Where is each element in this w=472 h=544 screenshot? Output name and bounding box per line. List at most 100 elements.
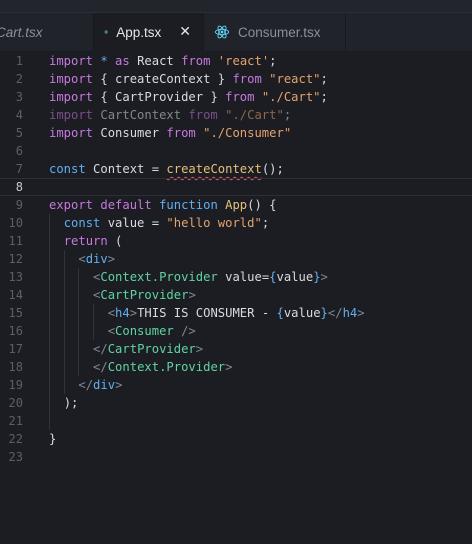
line-number: 17 bbox=[8, 342, 23, 356]
code-token: div bbox=[93, 378, 116, 392]
code-line[interactable]: 22} bbox=[0, 430, 472, 448]
code-line[interactable]: 17 </CartProvider> bbox=[0, 340, 472, 358]
code-token: > bbox=[107, 252, 116, 266]
code-line[interactable]: 8 bbox=[0, 178, 472, 196]
code-token: import bbox=[49, 126, 94, 140]
code-token: </ bbox=[93, 342, 108, 356]
line-number: 3 bbox=[15, 90, 23, 104]
code-token: import bbox=[49, 90, 94, 104]
code-line[interactable]: 18 </Context.Provider> bbox=[0, 358, 472, 376]
tab-cart-tsx[interactable]: Cart.tsx bbox=[0, 13, 94, 51]
code-line[interactable]: 6 bbox=[0, 142, 472, 160]
code-line[interactable]: 11 return ( bbox=[0, 232, 472, 250]
code-line[interactable]: 14 <CartProvider> bbox=[0, 286, 472, 304]
code-text: import { createContext } from "react"; bbox=[49, 70, 328, 88]
code-text: </CartProvider> bbox=[49, 340, 203, 358]
code-token: </ bbox=[327, 306, 343, 320]
code-token: "react" bbox=[261, 72, 321, 86]
code-line[interactable]: 16 <Consumer /> bbox=[0, 322, 472, 340]
code-token: > bbox=[195, 342, 204, 356]
code-token: const bbox=[63, 216, 101, 230]
code-line[interactable]: 5 import Consumer from "./Consumer" bbox=[0, 124, 472, 142]
code-token: const bbox=[49, 162, 86, 176]
code-token: from bbox=[232, 72, 262, 86]
code-token: ; bbox=[269, 54, 277, 68]
code-line[interactable]: 3 import { CartProvider } from "./Cart"; bbox=[0, 88, 472, 106]
tab-consumer-tsx[interactable]: Consumer.tsx bbox=[204, 13, 346, 51]
code-text: const value = "hello world"; bbox=[49, 214, 269, 232]
code-token: ; bbox=[320, 90, 328, 104]
code-token: CartContext bbox=[93, 108, 189, 122]
code-text: return ( bbox=[49, 232, 123, 250]
code-line[interactable]: 7 const Context = createContext(); bbox=[0, 160, 472, 178]
code-text: <div> bbox=[49, 250, 115, 268]
code-token: > bbox=[188, 288, 196, 302]
code-text: </div> bbox=[49, 376, 122, 394]
line-number: 8 bbox=[15, 180, 23, 194]
code-token: Context.Provider bbox=[107, 360, 226, 374]
code-text: </Context.Provider> bbox=[49, 358, 232, 376]
code-line[interactable]: 10 const value = "hello world"; bbox=[0, 214, 472, 232]
code-token: Context.Provider bbox=[100, 270, 218, 284]
code-token: function bbox=[159, 198, 218, 212]
code-token: CartProvider bbox=[107, 342, 196, 356]
code-token: </ bbox=[78, 378, 94, 392]
line-number: 4 bbox=[15, 108, 23, 122]
code-line[interactable]: 23 bbox=[0, 448, 472, 466]
code-token: > bbox=[357, 306, 365, 320]
line-number: 20 bbox=[8, 396, 23, 410]
code-text: <Consumer /> bbox=[49, 322, 196, 340]
code-token: export bbox=[49, 198, 94, 212]
tab-label: Consumer.tsx bbox=[238, 24, 321, 40]
code-token: /> bbox=[173, 324, 196, 338]
code-token: from bbox=[181, 54, 211, 68]
code-token: < bbox=[107, 306, 116, 320]
code-token: 'react' bbox=[210, 54, 270, 68]
code-line[interactable]: 12 <div> bbox=[0, 250, 472, 268]
line-number: 6 bbox=[15, 144, 23, 158]
code-line[interactable]: 15 <h4>THIS IS CONSUMER - {value}</h4> bbox=[0, 304, 472, 322]
code-token: } bbox=[313, 270, 321, 284]
code-line[interactable]: 19 </div> bbox=[0, 376, 472, 394]
code-token: < bbox=[107, 324, 116, 338]
code-token: "./Cart" bbox=[254, 90, 321, 104]
code-token: } bbox=[203, 90, 226, 104]
code-token: Consumer bbox=[93, 126, 167, 140]
code-token: "./Consumer" bbox=[195, 126, 292, 140]
code-line[interactable]: 13 <Context.Provider value={value}> bbox=[0, 268, 472, 286]
code-token: ; bbox=[283, 108, 292, 122]
code-token: < bbox=[78, 252, 86, 266]
code-token: from bbox=[188, 108, 218, 122]
close-icon[interactable]: ✕ bbox=[179, 24, 191, 40]
code-token: import bbox=[49, 108, 94, 122]
line-number: 2 bbox=[15, 72, 23, 86]
code-line[interactable]: 4 import CartContext from "./Cart"; bbox=[0, 106, 472, 124]
code-token: () { bbox=[247, 198, 277, 212]
line-number: 23 bbox=[8, 450, 23, 464]
code-line[interactable]: 21 bbox=[0, 412, 472, 430]
line-number: 9 bbox=[15, 198, 23, 212]
code-token: > bbox=[225, 360, 233, 374]
line-number: 18 bbox=[8, 360, 23, 374]
tab-app-tsx[interactable]: App.tsx ✕ bbox=[94, 13, 204, 51]
code-line[interactable]: 20 ); bbox=[0, 394, 472, 412]
code-line[interactable]: 1 import * as React from 'react'; bbox=[0, 52, 472, 70]
code-token: import bbox=[49, 72, 94, 86]
code-token: Consumer bbox=[115, 324, 174, 338]
code-line[interactable]: 2 import { createContext } from "react"; bbox=[0, 70, 472, 88]
line-number: 22 bbox=[8, 432, 23, 446]
line-number: 11 bbox=[8, 234, 23, 248]
line-number: 21 bbox=[8, 414, 23, 428]
code-token: from bbox=[166, 126, 196, 140]
code-line[interactable]: 9 export default function App() { bbox=[0, 196, 472, 214]
code-token: = bbox=[151, 162, 160, 176]
code-token: as bbox=[115, 54, 130, 68]
code-editor[interactable]: 1 import * as React from 'react'; 2 import … bbox=[0, 51, 472, 466]
code-token: React bbox=[129, 54, 182, 68]
code-token: ); bbox=[63, 396, 79, 410]
